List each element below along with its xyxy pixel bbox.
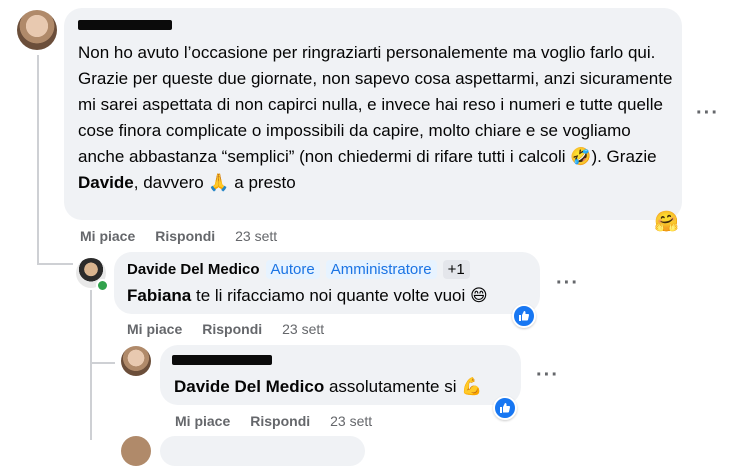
mention-link[interactable]: Davide Del Medico xyxy=(174,377,324,396)
like-link[interactable]: Mi piace xyxy=(80,228,135,244)
thread-line-2 xyxy=(90,290,92,440)
more-options-icon[interactable]: ··· xyxy=(556,272,579,295)
avatar[interactable] xyxy=(121,346,151,376)
comment-text: Non ho avuto l’occasione per ringraziart… xyxy=(78,43,673,192)
thread-line-1-curve xyxy=(37,263,73,265)
thread-line-2-curve xyxy=(90,362,115,364)
author-name-redacted xyxy=(172,355,272,365)
comment-actions: Mi piace Rispondi 23 sett xyxy=(175,413,372,429)
flexed-biceps-emoji-icon: 💪 xyxy=(461,377,483,396)
timestamp[interactable]: 23 sett xyxy=(330,413,372,429)
comment-text: Fabiana te li rifacciamo noi quante volt… xyxy=(127,286,488,305)
comment-actions: Mi piace Rispondi 23 sett xyxy=(80,228,277,244)
reply-link[interactable]: Rispondi xyxy=(202,321,262,337)
comment-text: Davide Del Medico assolutamente si 💪 xyxy=(174,377,483,396)
author-badge[interactable]: Autore xyxy=(265,260,320,279)
comment-bubble: Davide Del Medico assolutamente si 💪 xyxy=(160,345,521,405)
more-options-icon[interactable]: ··· xyxy=(536,364,559,387)
online-status-dot xyxy=(96,279,109,292)
thread-line-1 xyxy=(37,55,39,265)
timestamp[interactable]: 23 sett xyxy=(282,321,324,337)
like-reaction-icon[interactable] xyxy=(493,396,517,420)
more-options-icon[interactable]: ··· xyxy=(696,102,719,125)
reply-link[interactable]: Rispondi xyxy=(250,413,310,429)
author-name-redacted xyxy=(78,20,172,30)
avatar[interactable] xyxy=(121,436,151,466)
admin-badge[interactable]: Amministratore xyxy=(325,260,437,279)
reply-link[interactable]: Rispondi xyxy=(155,228,215,244)
comment-bubble: Davide Del Medico Autore Amministratore … xyxy=(114,252,540,314)
author-name[interactable]: Davide Del Medico xyxy=(127,261,260,278)
like-link[interactable]: Mi piace xyxy=(175,413,230,429)
comment-bubble xyxy=(160,436,365,466)
laugh-emoji-icon: 🤣 xyxy=(570,147,592,166)
mention-link[interactable]: Davide xyxy=(78,173,134,192)
comment-bubble: Non ho avuto l’occasione per ringraziart… xyxy=(64,8,682,220)
reaction-care-icon[interactable]: 🤗 xyxy=(654,210,679,234)
grin-emoji-icon: 😄 xyxy=(470,286,488,305)
timestamp[interactable]: 23 sett xyxy=(235,228,277,244)
like-link[interactable]: Mi piace xyxy=(127,321,182,337)
avatar[interactable] xyxy=(17,10,57,50)
like-reaction-icon[interactable] xyxy=(512,304,536,328)
pray-emoji-icon: 🙏 xyxy=(208,173,230,192)
more-badges[interactable]: +1 xyxy=(442,260,470,279)
mention-link[interactable]: Fabiana xyxy=(127,286,191,305)
comment-actions: Mi piace Rispondi 23 sett xyxy=(127,321,324,337)
